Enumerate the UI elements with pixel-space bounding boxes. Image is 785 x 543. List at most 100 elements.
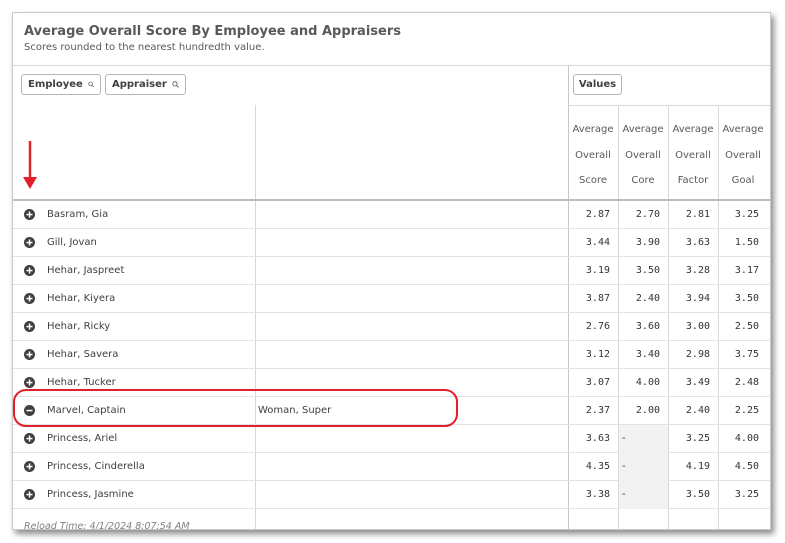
expand-icon[interactable] [24, 237, 35, 248]
cell-value: 3.50 [685, 489, 710, 500]
table-row: Princess, Jasmine 3.38 - 3.50 3.25 [13, 481, 770, 509]
expand-icon[interactable] [24, 293, 35, 304]
null-cell [619, 453, 668, 481]
cell-value: 2.50 [734, 321, 759, 332]
table-row: Princess, Ariel 3.63 - 3.25 4.00 [13, 425, 770, 453]
header-line: Overall [675, 149, 711, 161]
table-row: Gill, Jovan 3.44 3.90 3.63 1.50 [13, 229, 770, 257]
table-row: Basram, Gia 2.87 2.70 2.81 3.25 [13, 201, 770, 229]
column-header-score[interactable]: Average Overall Score [568, 117, 618, 197]
cell-value: 4.19 [685, 461, 710, 472]
employee-name: Hehar, Ricky [47, 321, 111, 332]
expand-icon[interactable] [24, 377, 35, 388]
cell-value: 2.48 [734, 377, 759, 388]
measure-header-divider [568, 105, 770, 106]
cell-value: 3.44 [585, 237, 610, 248]
header-line: Core [631, 175, 655, 186]
header-line: Score [578, 175, 607, 186]
expand-icon[interactable] [24, 209, 35, 220]
cell-value: - [622, 433, 626, 444]
employee-name: Princess, Jasmine [47, 489, 134, 500]
employee-name: Gill, Jovan [47, 237, 97, 248]
cell-value: 3.19 [585, 265, 610, 276]
highlight-annotation [13, 389, 458, 427]
cell-value: 3.07 [585, 377, 610, 388]
table-panel: Average Overall Score By Employee and Ap… [12, 12, 771, 530]
panel-title: Average Overall Score By Employee and Ap… [24, 24, 401, 39]
expand-icon[interactable] [24, 265, 35, 276]
column-header-goal[interactable]: Average Overall Goal [718, 117, 768, 197]
cell-value: 2.25 [734, 405, 759, 416]
cell-value: 3.50 [635, 265, 660, 276]
cell-value: 2.00 [635, 405, 660, 416]
panel-subtitle: Scores rounded to the nearest hundredth … [24, 42, 265, 53]
expand-icon[interactable] [24, 349, 35, 360]
expand-icon[interactable] [24, 461, 35, 472]
header-divider [13, 65, 770, 66]
values-button[interactable]: Values [573, 74, 622, 95]
cell-value: 2.70 [635, 209, 660, 220]
expand-icon[interactable] [24, 489, 35, 500]
cell-value: 3.63 [585, 433, 610, 444]
header-line: Goal [731, 175, 755, 186]
cell-value: 4.35 [585, 461, 610, 472]
cell-value: - [622, 489, 626, 500]
cell-value: 4.00 [734, 433, 759, 444]
cell-value: 2.81 [685, 209, 710, 220]
table-row: Hehar, Kiyera 3.87 2.40 3.94 3.50 [13, 285, 770, 313]
null-cell [619, 481, 668, 509]
expand-icon[interactable] [24, 321, 35, 332]
header-line: Average [572, 124, 614, 135]
reload-time: Reload Time: 4/1/2024 8:07:54 AM [24, 521, 190, 530]
employee-name: Princess, Cinderella [47, 461, 145, 472]
header-line: Overall [725, 149, 761, 161]
table-row: Princess, Cinderella 4.35 - 4.19 4.50 [13, 453, 770, 481]
red-arrow-annotation [23, 141, 37, 189]
header-line: Factor [677, 175, 709, 186]
cell-value: 3.00 [685, 321, 710, 332]
cell-value: 2.76 [585, 321, 610, 332]
cell-value: 3.40 [635, 349, 660, 360]
cell-value: 3.60 [635, 321, 660, 332]
table-row: Hehar, Savera 3.12 3.40 2.98 3.75 [13, 341, 770, 369]
table-row: Hehar, Ricky 2.76 3.60 3.00 2.50 [13, 313, 770, 341]
employee-filter-label: Employee [28, 79, 83, 90]
cell-value: 4.00 [635, 377, 660, 388]
search-icon [172, 81, 179, 88]
cell-value: 3.12 [585, 349, 610, 360]
employee-filter-button[interactable]: Employee [21, 74, 101, 95]
appraiser-filter-label: Appraiser [112, 79, 167, 90]
table-row: Hehar, Jaspreet 3.19 3.50 3.28 3.17 [13, 257, 770, 285]
cell-value: 3.63 [685, 237, 710, 248]
cell-value: - [622, 461, 626, 472]
cell-value: 4.50 [734, 461, 759, 472]
header-line: Average [622, 124, 664, 135]
employee-name: Basram, Gia [47, 209, 109, 220]
cell-value: 3.25 [685, 433, 710, 444]
cell-value: 2.37 [585, 405, 610, 416]
cell-value: 3.49 [685, 377, 710, 388]
cell-value: 1.50 [734, 237, 759, 248]
expand-icon[interactable] [24, 433, 35, 444]
cell-value: 2.87 [585, 209, 610, 220]
cell-value: 3.38 [585, 489, 610, 500]
cell-value: 3.25 [734, 209, 759, 220]
appraiser-filter-button[interactable]: Appraiser [105, 74, 186, 95]
cell-value: 2.98 [685, 349, 710, 360]
header-line: Average [672, 124, 714, 135]
employee-name: Hehar, Jaspreet [47, 265, 125, 276]
values-button-label: Values [578, 79, 617, 90]
cell-value: 3.75 [734, 349, 759, 360]
cell-value: 3.90 [635, 237, 660, 248]
cell-value: 3.87 [585, 293, 610, 304]
header-line: Overall [625, 149, 661, 161]
cell-value: 2.40 [635, 293, 660, 304]
cell-value: 2.40 [685, 405, 710, 416]
column-header-core[interactable]: Average Overall Core [618, 117, 668, 197]
employee-name: Princess, Ariel [47, 433, 118, 444]
null-cell [619, 425, 668, 453]
employee-name: Hehar, Savera [47, 349, 119, 360]
cell-value: 3.17 [734, 265, 759, 276]
column-header-factor[interactable]: Average Overall Factor [668, 117, 718, 197]
cell-value: 3.94 [685, 293, 710, 304]
